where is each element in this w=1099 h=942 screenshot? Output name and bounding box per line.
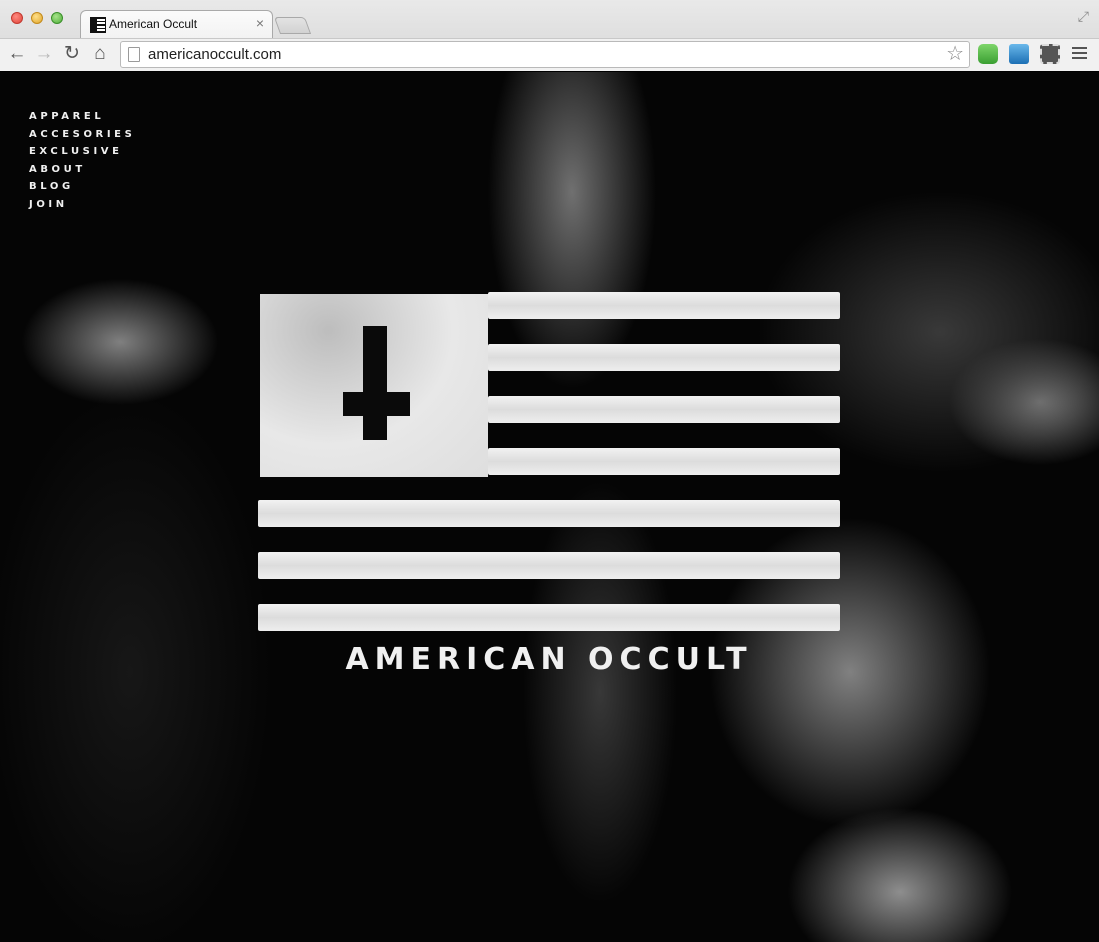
nav-item-join[interactable]: JOIN [29, 196, 135, 214]
new-tab-button[interactable] [273, 17, 312, 34]
clipper-extension-icon[interactable] [1040, 44, 1060, 64]
page-icon [128, 47, 140, 62]
inverted-cross-icon [363, 326, 387, 440]
hero-page: APPAREL ACCESORIES EXCLUSIVE ABOUT BLOG … [0, 72, 1099, 942]
home-icon[interactable]: ⌂ [89, 43, 111, 65]
menu-icon[interactable] [1072, 47, 1087, 62]
favicon-icon [90, 17, 106, 33]
cloud-extension-icon[interactable] [978, 44, 998, 64]
back-arrow-icon[interactable]: ← [6, 43, 28, 65]
flag-stripe [488, 448, 840, 475]
nav-item-apparel[interactable]: APPAREL [29, 108, 135, 126]
nav-item-accesories[interactable]: ACCESORIES [29, 126, 135, 144]
browser-chrome: American Occult × ⤢ ← → ↻ ⌂ ☆ [0, 0, 1099, 71]
nav-item-blog[interactable]: BLOG [29, 178, 135, 196]
close-window-button[interactable] [11, 12, 23, 24]
url-input[interactable] [148, 46, 928, 63]
brand-wordmark: AMERICAN OCCULT [345, 642, 753, 677]
inverted-cross-bar [343, 392, 410, 416]
reload-icon[interactable]: ↻ [61, 43, 83, 65]
forward-arrow-icon[interactable]: → [33, 43, 55, 65]
tab-close-icon[interactable]: × [256, 15, 264, 31]
minimize-window-button[interactable] [31, 12, 43, 24]
flag-logo [258, 292, 840, 632]
flag-stripe [258, 500, 840, 527]
flag-stripe [488, 396, 840, 423]
nav-item-exclusive[interactable]: EXCLUSIVE [29, 143, 135, 161]
nav-item-about[interactable]: ABOUT [29, 161, 135, 179]
tab-title: American Occult [109, 17, 198, 31]
flag-stripe [488, 292, 840, 319]
flag-stripe [258, 552, 840, 579]
address-bar[interactable]: ☆ [120, 41, 970, 68]
flag-stripe [488, 344, 840, 371]
tab-american-occult[interactable]: American Occult × [80, 10, 273, 39]
photo-extension-icon[interactable] [1009, 44, 1029, 64]
fullscreen-icon[interactable]: ⤢ [1078, 8, 1089, 25]
flag-stripe [258, 604, 840, 631]
flag-canton [260, 294, 488, 477]
bookmark-star-icon[interactable]: ☆ [946, 43, 964, 65]
zoom-window-button[interactable] [51, 12, 63, 24]
window-controls [11, 12, 63, 24]
main-nav: APPAREL ACCESORIES EXCLUSIVE ABOUT BLOG … [29, 108, 135, 213]
browser-toolbar: ← → ↻ ⌂ ☆ [0, 38, 1099, 71]
